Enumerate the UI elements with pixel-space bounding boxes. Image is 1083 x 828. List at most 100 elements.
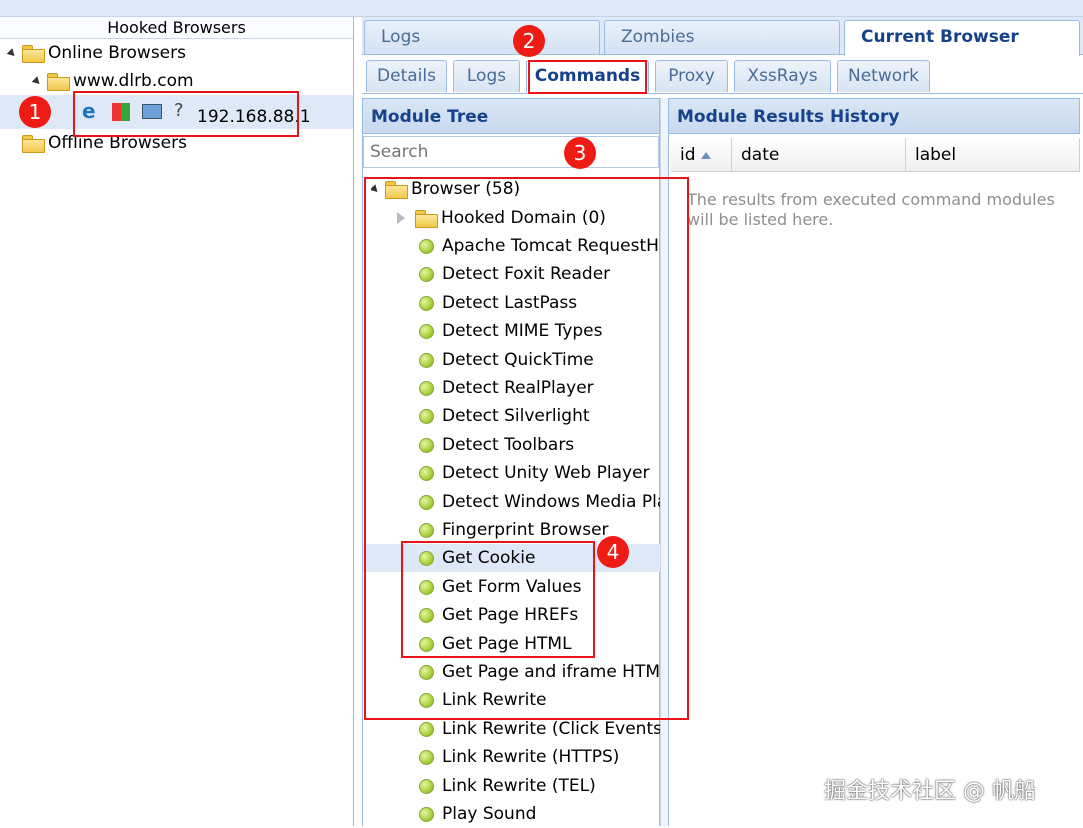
tree-node-domain[interactable]: www.dlrb.com xyxy=(31,67,194,95)
column-header-date[interactable]: date xyxy=(732,138,906,172)
module-label: Detect Unity Web Player xyxy=(442,463,650,483)
module-label: Apache Tomcat RequestHeaderDump xyxy=(442,236,661,256)
module-label: Detect QuickTime xyxy=(442,350,594,370)
column-header-id[interactable]: id xyxy=(671,138,732,172)
module-status-icon xyxy=(419,352,434,368)
module-status-icon xyxy=(419,266,434,282)
annotation-badge-2: 2 xyxy=(513,25,545,57)
module-item[interactable]: Detect Unity Web Player xyxy=(363,459,661,487)
tree-node-browser[interactable]: Browser (58) xyxy=(371,175,669,203)
module-status-icon xyxy=(419,522,434,538)
module-item[interactable]: Link Rewrite xyxy=(363,686,661,714)
module-results-panel: Module Results History id date label The… xyxy=(668,98,1083,826)
module-status-icon xyxy=(419,465,434,481)
panel-title: Hooked Browsers xyxy=(0,17,353,39)
module-label: Link Rewrite (TEL) xyxy=(442,776,596,796)
sort-ascending-icon xyxy=(700,151,711,159)
folder-icon xyxy=(47,73,70,91)
hooked-browsers-panel: Hooked Browsers Online Browsers www.dlrb… xyxy=(0,17,354,826)
module-item[interactable]: Apache Tomcat RequestHeaderDump xyxy=(363,232,661,260)
module-status-icon xyxy=(419,380,434,396)
module-item[interactable]: Detect Windows Media Player xyxy=(363,488,661,516)
splitter[interactable] xyxy=(660,98,668,826)
module-label: Detect Toolbars xyxy=(442,435,575,455)
folder-icon xyxy=(22,135,45,153)
subtab-commands[interactable]: Commands xyxy=(526,60,649,92)
module-status-icon xyxy=(419,579,434,595)
module-label: Detect RealPlayer xyxy=(442,378,594,398)
annotation-badge-4: 4 xyxy=(597,536,629,568)
module-item[interactable]: Get Page and iframe HTML xyxy=(363,658,661,686)
results-title: Module Results History xyxy=(668,98,1080,134)
module-label: Play Sound xyxy=(442,804,537,824)
collapse-arrow-icon[interactable] xyxy=(397,212,405,224)
module-label: Get Form Values xyxy=(442,577,582,597)
empty-results-message: The results from executed command module… xyxy=(687,190,1055,229)
hooked-host-item[interactable]: e ? 192.168.88.1 xyxy=(80,99,311,128)
module-status-icon xyxy=(419,749,434,765)
module-label: Link Rewrite (Click Events) xyxy=(442,719,661,739)
subtab-logs[interactable]: Logs xyxy=(453,60,520,92)
module-status-icon xyxy=(419,778,434,794)
module-item[interactable]: Detect RealPlayer xyxy=(363,374,661,402)
module-status-icon xyxy=(419,437,434,453)
module-status-icon xyxy=(419,238,434,254)
module-item[interactable]: Play Sound xyxy=(363,800,661,828)
annotation-badge-3: 3 xyxy=(564,137,596,169)
unknown-icon: ? xyxy=(174,100,184,121)
column-header-label[interactable]: label xyxy=(906,138,1080,172)
module-item[interactable]: Detect QuickTime xyxy=(363,346,661,374)
module-status-icon xyxy=(419,636,434,652)
module-label: Get Page and iframe HTML xyxy=(442,662,661,682)
tab-zombies[interactable]: Zombies xyxy=(604,20,840,54)
expand-arrow-icon[interactable] xyxy=(31,75,43,87)
subtab-proxy[interactable]: Proxy xyxy=(655,60,728,92)
tree-node-hooked-domain[interactable]: Hooked Domain (0) xyxy=(397,204,695,232)
expand-arrow-icon[interactable] xyxy=(6,47,18,59)
module-item[interactable]: Detect LastPass xyxy=(363,289,661,317)
folder-icon xyxy=(415,210,438,228)
module-label: Get Page HTML xyxy=(442,634,572,654)
module-tree-title: Module Tree xyxy=(362,98,660,134)
module-label: Get Page HREFs xyxy=(442,605,579,625)
tree-node-offline-browsers[interactable]: Offline Browsers xyxy=(22,129,187,157)
module-label: Link Rewrite xyxy=(442,690,547,710)
module-label: Link Rewrite (HTTPS) xyxy=(442,747,620,767)
subtab-network[interactable]: Network xyxy=(837,60,930,92)
tree-node-online-browsers[interactable]: Online Browsers xyxy=(6,39,186,67)
module-item[interactable]: Link Rewrite (Click Events) xyxy=(363,715,661,743)
module-status-icon xyxy=(419,806,434,822)
module-search-input[interactable] xyxy=(363,136,659,168)
module-item[interactable]: Detect Toolbars xyxy=(363,431,661,459)
module-status-icon xyxy=(419,721,434,737)
module-label: Detect Foxit Reader xyxy=(442,264,611,284)
module-status-icon xyxy=(419,295,434,311)
host-ip: 192.168.88.1 xyxy=(197,107,311,127)
expand-arrow-icon[interactable] xyxy=(371,183,381,195)
module-item[interactable]: Get Form Values xyxy=(363,573,661,601)
desktop-hardware-icon xyxy=(142,104,162,119)
folder-icon xyxy=(22,45,45,63)
tab-logs[interactable]: Logs xyxy=(364,20,600,54)
module-item[interactable]: Get Page HTML xyxy=(363,630,661,658)
module-status-icon xyxy=(419,664,434,680)
subtab-xssrays[interactable]: XssRays xyxy=(734,60,831,92)
module-label: Detect Silverlight xyxy=(442,406,590,426)
module-item[interactable]: Detect Silverlight xyxy=(363,402,661,430)
module-item[interactable]: Link Rewrite (HTTPS) xyxy=(363,743,661,771)
module-item[interactable]: Detect MIME Types xyxy=(363,317,661,345)
module-item[interactable]: Get Page HREFs xyxy=(363,601,661,629)
windows-os-icon xyxy=(112,103,130,121)
module-status-icon xyxy=(419,550,434,566)
annotation-badge-1: 1 xyxy=(19,96,51,128)
top-bar xyxy=(0,0,1083,17)
module-tree-panel: Module Tree Browser (58) Hooked Domain (… xyxy=(362,98,661,828)
module-item[interactable]: Detect Foxit Reader xyxy=(363,260,661,288)
module-status-icon xyxy=(419,607,434,623)
module-label: Detect LastPass xyxy=(442,293,578,313)
module-status-icon xyxy=(419,494,434,510)
tab-current-browser[interactable]: Current Browser xyxy=(844,20,1080,56)
subtab-details[interactable]: Details xyxy=(366,60,447,92)
edge-browser-icon: e xyxy=(82,99,96,123)
module-item[interactable]: Link Rewrite (TEL) xyxy=(363,772,661,800)
